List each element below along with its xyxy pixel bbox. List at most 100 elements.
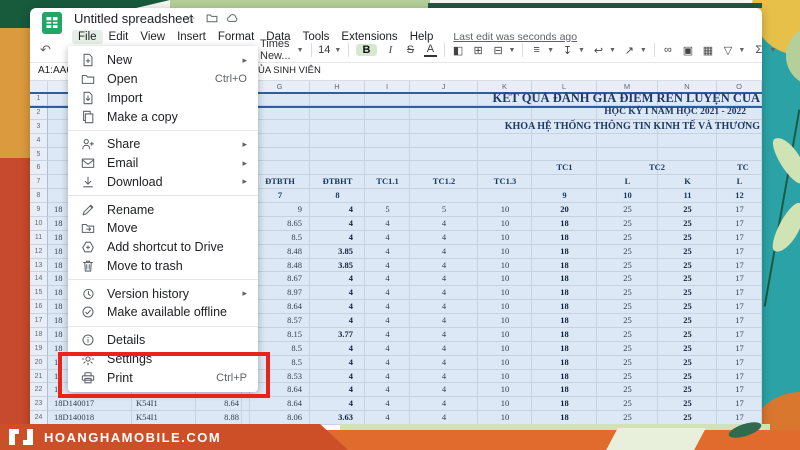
document-title[interactable]: Untitled spreadsheet bbox=[74, 11, 193, 26]
vertical-align-button[interactable]: ↧ ▼ bbox=[561, 44, 585, 57]
cell-text: 18 bbox=[560, 328, 569, 339]
menu-item-move[interactable]: Move bbox=[68, 219, 258, 238]
grid-cell[interactable] bbox=[532, 147, 597, 162]
cloud-status-icon[interactable] bbox=[226, 12, 239, 27]
row-header-12[interactable]: 12 bbox=[30, 244, 48, 259]
cell-text: 25 bbox=[683, 231, 692, 242]
grid-cell[interactable] bbox=[532, 133, 597, 148]
watermark-banner: HOANGHAMOBILE.COM bbox=[0, 424, 348, 450]
merge-cells-button[interactable]: ⊟ ▼ bbox=[492, 44, 515, 57]
strikethrough-button[interactable]: S bbox=[404, 44, 417, 56]
cell-text: 8.97 bbox=[287, 287, 302, 298]
text-wrap-button[interactable]: ↩ ▼ bbox=[592, 44, 616, 57]
row-header-5[interactable]: 5 bbox=[30, 147, 48, 162]
grid-cell[interactable] bbox=[410, 161, 478, 176]
bold-button[interactable]: B bbox=[355, 44, 377, 56]
cell-text: 25 bbox=[623, 273, 632, 284]
row-header-15[interactable]: 15 bbox=[30, 286, 48, 301]
text-rotation-button[interactable]: ↗ ▼ bbox=[623, 44, 647, 57]
fill-color-button[interactable]: ◧ bbox=[452, 44, 465, 57]
row-header-18[interactable]: 18 bbox=[30, 327, 48, 342]
grid-cell[interactable] bbox=[597, 147, 658, 162]
row-header-8[interactable]: 8 bbox=[30, 189, 48, 203]
grid-cell[interactable] bbox=[717, 133, 762, 148]
grid-cell[interactable] bbox=[242, 411, 250, 425]
text-color-button[interactable]: A bbox=[423, 43, 437, 57]
row-header-10[interactable]: 10 bbox=[30, 216, 48, 231]
grid-cell[interactable] bbox=[597, 133, 658, 148]
grid-cell[interactable] bbox=[250, 147, 310, 162]
grid-cell[interactable] bbox=[250, 133, 310, 148]
filter-button[interactable]: ▽ ▼ bbox=[721, 44, 746, 57]
cell-text: 25 bbox=[623, 204, 632, 214]
row-header-14[interactable]: 14 bbox=[30, 272, 48, 287]
menu-item-make-a-copy[interactable]: Make a copy bbox=[68, 107, 258, 126]
row-header-11[interactable]: 11 bbox=[30, 230, 48, 245]
cell-text: 18 bbox=[560, 398, 569, 409]
undo-icon[interactable]: ↶ bbox=[40, 42, 51, 58]
grid-cell[interactable] bbox=[532, 175, 597, 190]
menu-item-make-available-offline[interactable]: Make available offline bbox=[68, 303, 258, 322]
font-size-select[interactable]: 14 ▼ bbox=[318, 44, 341, 56]
star-icon[interactable]: ☆ bbox=[185, 12, 196, 26]
insert-link-button[interactable]: ∞ bbox=[661, 44, 674, 56]
row-header-9[interactable]: 9 bbox=[30, 203, 48, 217]
grid-cell[interactable] bbox=[250, 161, 310, 176]
cell-text: 10 bbox=[500, 287, 510, 298]
row-header-7[interactable]: 7 bbox=[30, 175, 48, 190]
menu-item-rename[interactable]: Rename bbox=[68, 200, 258, 219]
grid-cell[interactable] bbox=[310, 161, 365, 176]
row-header-16[interactable]: 16 bbox=[30, 300, 48, 314]
menu-item-share[interactable]: Share ▸ bbox=[68, 135, 258, 154]
menu-item-move-to-trash[interactable]: Move to trash bbox=[68, 257, 258, 276]
font-family-select[interactable]: Times New... ▼ bbox=[260, 38, 304, 62]
grid-cell[interactable] bbox=[410, 147, 478, 162]
menu-item-new[interactable]: New ▸ bbox=[68, 51, 258, 70]
grid-cell[interactable] bbox=[478, 189, 532, 203]
grid-cell[interactable] bbox=[365, 147, 410, 162]
grid-cell[interactable] bbox=[478, 147, 532, 162]
grid-cell[interactable] bbox=[310, 147, 365, 162]
italic-button[interactable]: I bbox=[384, 44, 397, 56]
row-header-6[interactable]: 6 bbox=[30, 161, 48, 176]
grid-cell[interactable] bbox=[478, 161, 532, 176]
insert-chart-button[interactable]: ▦ bbox=[701, 44, 714, 57]
menu-item-email[interactable]: Email ▸ bbox=[68, 154, 258, 173]
menu-item-add-shortcut-to-drive[interactable]: Add shortcut to Drive bbox=[68, 238, 258, 257]
cell-text: ĐTBHT bbox=[322, 176, 353, 187]
row-header-4[interactable]: 4 bbox=[30, 133, 48, 148]
menu-item-download[interactable]: Download ▸ bbox=[68, 173, 258, 192]
row-header-23[interactable]: 23 bbox=[30, 397, 48, 412]
grid-cell[interactable] bbox=[717, 147, 762, 162]
borders-button[interactable]: ⊞ bbox=[472, 44, 485, 57]
insert-comment-button[interactable]: ▣ bbox=[681, 44, 694, 57]
toolbar-separator bbox=[653, 43, 655, 57]
grid-cell[interactable] bbox=[310, 133, 365, 148]
cell-text: 4 bbox=[348, 356, 353, 367]
menu-item-open[interactable]: Open Ctrl+O bbox=[68, 70, 258, 89]
menu-item-shortcut: Ctrl+O bbox=[214, 73, 247, 86]
grid-cell[interactable] bbox=[365, 133, 410, 148]
row-header-17[interactable]: 17 bbox=[30, 314, 48, 328]
grid-cell[interactable] bbox=[410, 133, 478, 148]
row-header-21[interactable]: 21 bbox=[30, 369, 48, 384]
formula-bar-value[interactable]: ỦA SINH VIÊN bbox=[258, 65, 321, 76]
row-header-24[interactable]: 24 bbox=[30, 411, 48, 425]
row-header-13[interactable]: 13 bbox=[30, 258, 48, 273]
menu-item-version-history[interactable]: Version history ▸ bbox=[68, 284, 258, 303]
grid-cell[interactable] bbox=[365, 189, 410, 203]
functions-button[interactable]: Σ ▼ bbox=[752, 44, 776, 56]
grid-cell[interactable] bbox=[365, 161, 410, 176]
grid-cell[interactable] bbox=[478, 133, 532, 148]
move-folder-icon[interactable] bbox=[206, 12, 218, 27]
menu-item-import[interactable]: Import bbox=[68, 89, 258, 108]
grid-cell[interactable] bbox=[242, 397, 250, 412]
row-header-20[interactable]: 20 bbox=[30, 355, 48, 370]
menu-item-details[interactable]: Details bbox=[68, 331, 258, 350]
grid-cell[interactable] bbox=[658, 133, 717, 148]
grid-cell[interactable] bbox=[410, 189, 478, 203]
row-header-19[interactable]: 19 bbox=[30, 341, 48, 356]
row-header-22[interactable]: 22 bbox=[30, 383, 48, 398]
horizontal-align-button[interactable]: ≡ ▼ bbox=[530, 44, 554, 56]
grid-cell[interactable] bbox=[658, 147, 717, 162]
